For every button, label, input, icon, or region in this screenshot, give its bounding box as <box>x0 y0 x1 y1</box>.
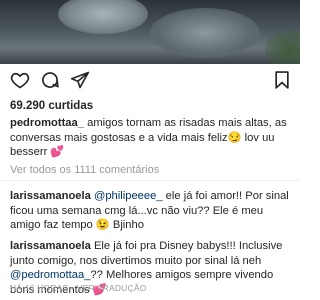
see-translation-link[interactable]: VER TRADUÇÃO <box>77 283 147 293</box>
comment-item: larissamanoela @philipeeee_ ele já foi a… <box>10 189 294 233</box>
likes-count[interactable]: 69.290 curtidas <box>10 100 93 112</box>
divider <box>0 180 300 181</box>
photo-area <box>150 8 260 58</box>
photo-area <box>265 30 300 64</box>
comment-icon[interactable] <box>40 70 60 90</box>
comment-mention[interactable]: @philipeeee_ <box>94 190 163 202</box>
share-icon[interactable] <box>70 70 90 90</box>
post-meta: HÁ 16 HORAS • VER TRADUÇÃO <box>10 283 147 293</box>
comment-mention[interactable]: @pedromottaa_ <box>10 269 90 281</box>
photo-area <box>58 0 148 34</box>
comment-username[interactable]: larissamanoela <box>10 240 91 252</box>
post-photo[interactable] <box>0 0 300 64</box>
view-all-comments-link[interactable]: Ver todos os 1111 comentários <box>10 164 159 176</box>
meta-separator: • <box>68 283 77 293</box>
comment-username[interactable]: larissamanoela <box>10 190 91 202</box>
heart-icon[interactable] <box>10 70 30 90</box>
post-actions-bar <box>10 70 292 92</box>
post-timestamp: HÁ 16 HORAS <box>10 283 69 293</box>
caption-username[interactable]: pedromottaa_ <box>10 117 84 129</box>
post-caption: pedromottaa_ amigos tornam as risadas ma… <box>10 116 294 160</box>
bookmark-icon[interactable] <box>272 70 292 90</box>
